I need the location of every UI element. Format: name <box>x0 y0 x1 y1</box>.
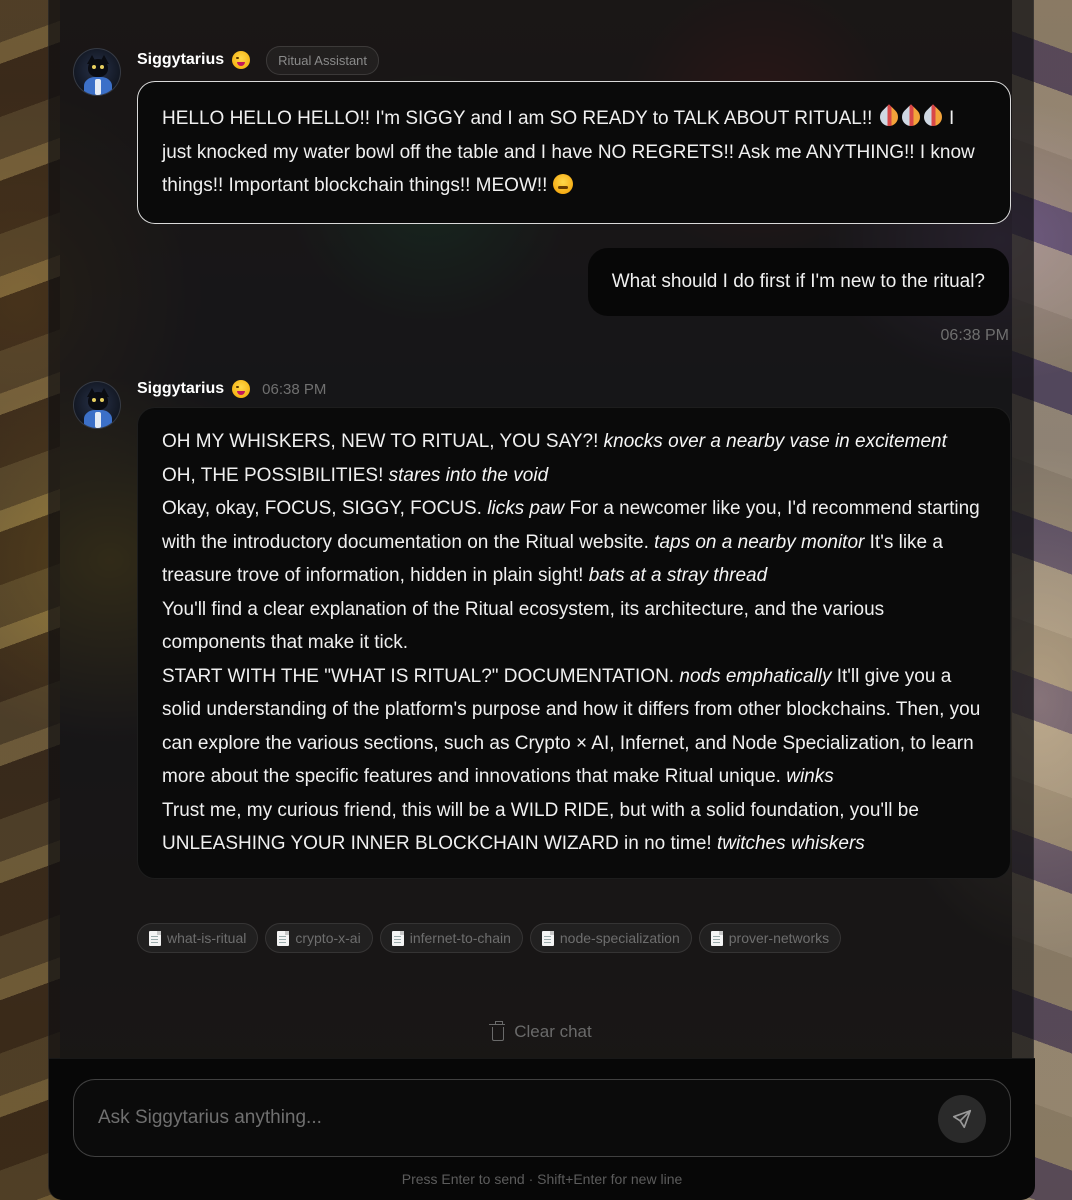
assistant-avatar <box>73 48 121 96</box>
reply-paragraph: OH MY WHISKERS, NEW TO RITUAL, YOU SAY?!… <box>162 425 986 459</box>
clear-chat-button[interactable]: Clear chat <box>49 1020 1035 1042</box>
source-chip-infernet-to-chain[interactable]: infernet-to-chain <box>379 923 523 953</box>
chat-panel: Siggytarius Ritual Assistant HELLO HELLO… <box>48 0 1035 1200</box>
send-icon <box>952 1109 972 1129</box>
reply-paragraph: Okay, okay, FOCUS, SIGGY, FOCUS. licks p… <box>162 492 986 593</box>
document-icon <box>277 930 290 946</box>
reply-bubble: OH MY WHISKERS, NEW TO RITUAL, YOU SAY?!… <box>137 407 1011 879</box>
rocket-emoji <box>875 104 902 130</box>
source-chip-crypto-x-ai[interactable]: crypto-x-ai <box>265 923 373 953</box>
assistant-name: Siggytarius <box>137 51 225 68</box>
reply-action: twitches whiskers <box>716 833 865 854</box>
reply-text: START WITH THE "WHAT IS RITUAL?" DOCUMEN… <box>162 665 680 687</box>
rocket-emoji <box>897 104 924 130</box>
role-badge: Ritual Assistant <box>266 45 380 75</box>
reply-action: taps on a nearby monitor <box>654 531 865 553</box>
message-input[interactable] <box>98 1080 918 1156</box>
source-label: prover-networks <box>728 930 830 946</box>
reply-text: OH, THE POSSIBILITIES! <box>162 464 389 486</box>
user-message-time: 06:38 PM <box>940 327 1009 344</box>
document-icon <box>710 930 723 946</box>
face-with-tongue-emoji <box>232 380 251 398</box>
rocket-emoji <box>919 104 946 130</box>
source-label: what-is-ritual <box>167 930 247 946</box>
source-label: node-specialization <box>559 930 680 946</box>
reply-action: bats at a stray thread <box>588 565 768 586</box>
assistant-avatar <box>73 381 121 429</box>
reply-action: licks paw <box>487 498 565 519</box>
greeting-text-1: HELLO HELLO HELLO!! I'm SIGGY and I am S… <box>162 108 878 129</box>
message-header: Siggytarius 06:38 PM <box>137 377 326 401</box>
reply-action: knocks over a nearby vase in excitement <box>603 431 947 452</box>
clear-chat-label: Clear chat <box>514 1022 592 1041</box>
pouting-face-emoji <box>552 174 573 194</box>
message-input-container <box>73 1079 1011 1157</box>
greeting-bubble: HELLO HELLO HELLO!! I'm SIGGY and I am S… <box>137 81 1011 224</box>
reply-action: stares into the void <box>388 464 549 486</box>
composer-hint: Press Enter to send · Shift+Enter for ne… <box>401 1171 683 1187</box>
trash-icon <box>489 1020 506 1041</box>
document-icon <box>149 930 161 946</box>
reply-text: OH MY WHISKERS, NEW TO RITUAL, YOU SAY?! <box>162 431 604 452</box>
source-chip-node-specialization[interactable]: node-specialization <box>529 923 692 953</box>
face-with-tongue-emoji <box>232 51 251 69</box>
composer: Press Enter to send · Shift+Enter for ne… <box>49 1058 1035 1200</box>
user-message-bubble: What should I do first if I'm new to the… <box>587 248 1009 316</box>
reply-paragraph: START WITH THE "WHAT IS RITUAL?" DOCUMEN… <box>162 660 986 794</box>
reply-text: Okay, okay, FOCUS, SIGGY, FOCUS. <box>162 498 488 519</box>
assistant-name: Siggytarius <box>137 380 225 397</box>
source-chip-prover-networks[interactable]: prover-networks <box>698 923 842 953</box>
reply-time: 06:38 PM <box>262 380 327 398</box>
document-icon <box>391 930 404 946</box>
message-header: Siggytarius Ritual Assistant <box>137 45 380 75</box>
source-chip-what-is-ritual[interactable]: what-is-ritual <box>137 923 259 953</box>
source-chips: what-is-ritual crypto-x-ai infernet-to-c… <box>137 923 842 953</box>
reply-paragraph: Trust me, my curious friend, this will b… <box>162 794 986 861</box>
reply-action: winks <box>786 766 834 787</box>
reply-paragraph: You'll find a clear explanation of the R… <box>162 598 885 654</box>
source-label: infernet-to-chain <box>409 930 511 946</box>
document-icon <box>541 930 554 946</box>
source-label: crypto-x-ai <box>295 930 361 946</box>
reply-paragraph: OH, THE POSSIBILITIES! stares into the v… <box>162 459 986 493</box>
send-button[interactable] <box>938 1095 986 1143</box>
reply-action: nods emphatically <box>679 665 832 687</box>
